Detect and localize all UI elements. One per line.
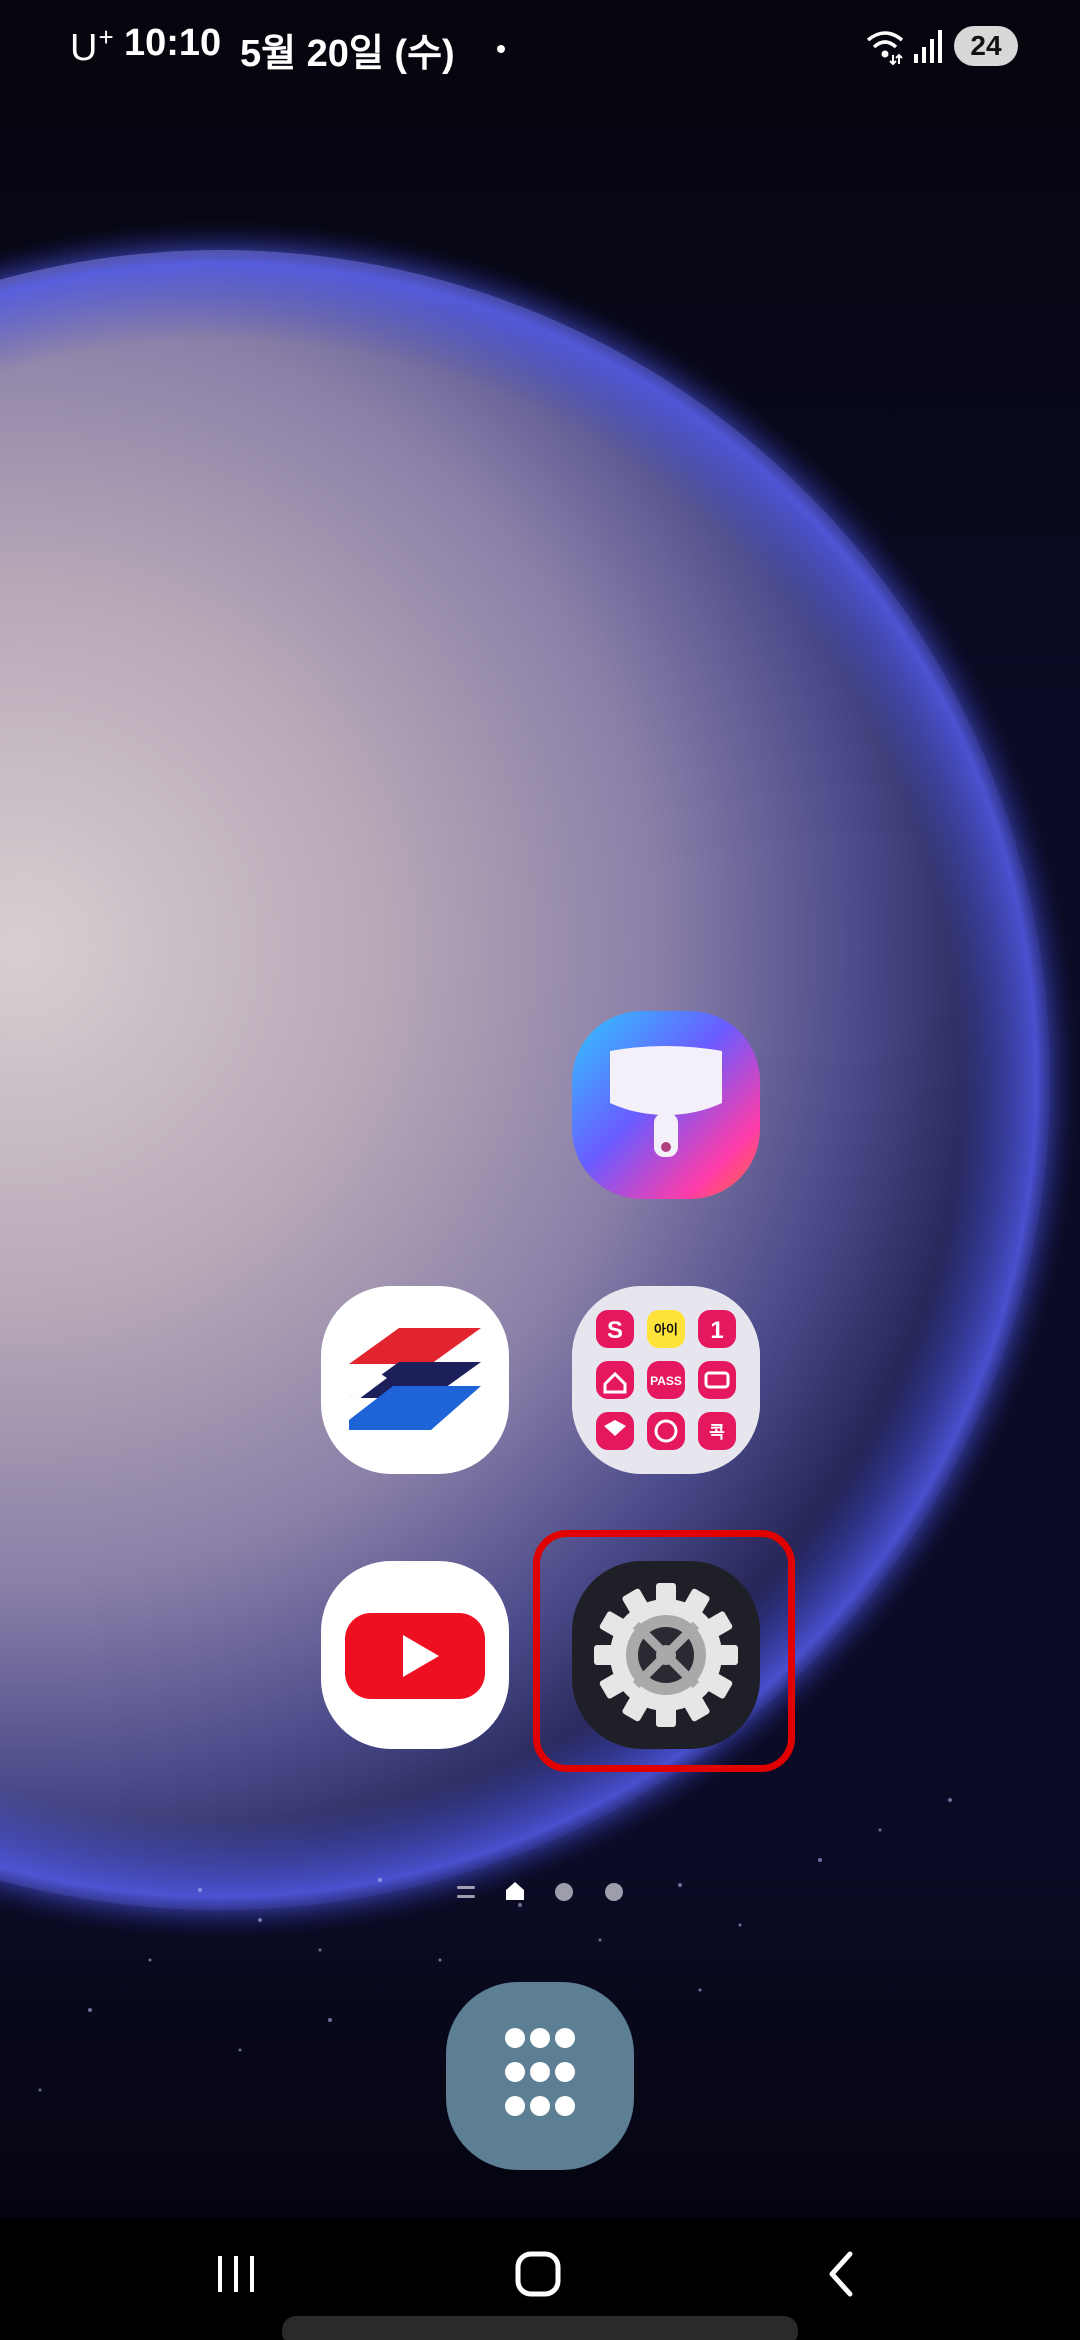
theme-park-app[interactable] [572, 1011, 760, 1199]
page-list-icon [457, 1886, 475, 1898]
settings-highlight-box [533, 1530, 795, 1772]
status-date: 5월 20일 (수) [240, 33, 455, 75]
app-folder[interactable]: S 아이 1 PASS 콕 [572, 1286, 760, 1474]
folder-label-ai: 아이 [654, 1322, 678, 1338]
youtube-app[interactable] [321, 1561, 509, 1749]
youtube-play-icon [321, 1561, 509, 1749]
app-drawer-grid-icon [505, 2028, 575, 2116]
recent-apps-icon[interactable] [206, 2244, 266, 2304]
shinhan-logo-icon [321, 1286, 509, 1474]
folder-label-one: 1 [710, 1317, 723, 1344]
home-page-icon [506, 1882, 524, 1900]
folder-label-s: S [607, 1317, 623, 1344]
carrier-label: U+ [70, 22, 115, 69]
folder-label-kok: 콕 [709, 1423, 725, 1443]
wifi-6-icon [866, 31, 904, 66]
back-icon[interactable] [812, 2244, 872, 2304]
battery-level: 24 [954, 26, 1018, 66]
home-icon[interactable] [508, 2244, 568, 2304]
page-dot-2 [555, 1883, 573, 1901]
status-time: 10:10 [124, 22, 222, 64]
notification-dot [497, 45, 505, 53]
status-bar: U+ 10:10 5월 20일 (수) 24 [0, 0, 1080, 100]
folder-grid-icon: S 아이 1 PASS 콕 [572, 1286, 760, 1474]
signal-icon [914, 30, 942, 63]
bank-app[interactable] [321, 1286, 509, 1474]
paint-brush-icon [572, 1011, 760, 1199]
home-screen: U+ 10:10 5월 20일 (수) 24 S 아이 1 PASS 콕 [0, 0, 1080, 2340]
page-dot-3 [605, 1883, 623, 1901]
app-drawer-button[interactable] [446, 1982, 634, 2170]
gesture-handle[interactable] [282, 2316, 798, 2340]
folder-label-pass: PASS [650, 1374, 682, 1388]
